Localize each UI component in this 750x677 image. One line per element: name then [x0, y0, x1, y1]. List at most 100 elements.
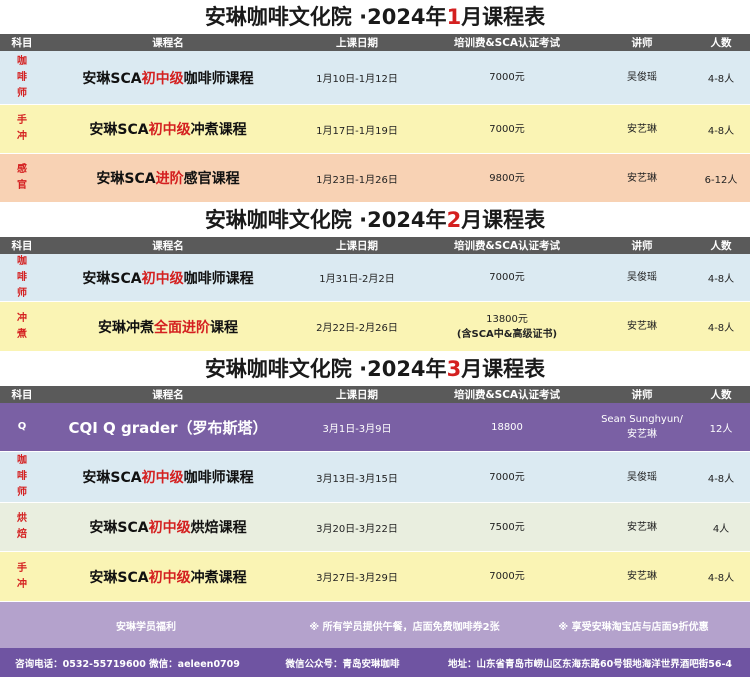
dates-cell: 2月22日-2月26日	[292, 302, 422, 351]
fee-cell: 13800元 (含SCA中&高级证书)	[422, 302, 592, 351]
teacher-name: 安艺琳	[627, 123, 657, 135]
course-dates: 2月22日-2月26日	[316, 323, 398, 334]
header-teacher: 讲师	[631, 37, 653, 49]
category-label: 咖 啡 师	[17, 255, 27, 299]
course-fee: 18800	[491, 420, 523, 435]
course-name-prefix: 安琳SCA	[82, 70, 142, 87]
course-fee: 7000元	[489, 270, 524, 285]
benefits-title: 安琳学员福利	[116, 621, 176, 633]
teacher-name: Sean Sunghyun/ 安艺琳	[601, 414, 683, 440]
header-fee: 培训费&SCA认证考试	[453, 37, 561, 49]
section-title-feb: 安琳咖啡文化院 ·2024年2月课程表	[0, 203, 750, 237]
header-teacher: 讲师	[631, 240, 653, 252]
course-dates: 1月31日-2月2日	[319, 274, 395, 285]
course-name: 安琳SCA初中级咖啡师课程	[82, 268, 253, 288]
course-name-prefix: 安琳SCA	[89, 520, 149, 536]
title-prefix: 安琳咖啡文化院 ·2024年	[204, 357, 447, 381]
header-people: 人数	[710, 240, 732, 252]
class-size: 4-8人	[707, 274, 735, 285]
course-name: 安琳冲煮全面进阶课程	[98, 317, 238, 337]
course-level-highlight: 全面进阶	[154, 319, 210, 336]
table-row: 手 冲 安琳SCA初中级冲煮课程 1月17日-1月19日 7000元 安艺琳 4-8人	[0, 105, 750, 154]
people-cell: 4-8人	[692, 254, 750, 301]
course-name-prefix: 安琳冲煮	[98, 319, 154, 336]
title-month: 3	[446, 357, 462, 381]
course-fee: 7000元	[489, 470, 524, 485]
course-name-suffix: 咖啡师课程	[183, 270, 254, 287]
teacher-name: 安艺琳	[627, 571, 657, 582]
fee-cell: 7500元	[422, 503, 592, 551]
course-name-prefix: 安琳SCA	[89, 122, 149, 138]
teacher-cell: Sean Sunghyun/ 安艺琳	[592, 403, 692, 451]
category-label: 手 冲	[17, 562, 27, 590]
course-fee: 7000元	[489, 70, 524, 85]
course-fee: 13800元 (含SCA中&高级证书)	[457, 312, 557, 342]
table-row: 手 冲 安琳SCA初中级冲煮课程 3月27日-3月29日 7000元 安艺琳 4-8人	[0, 552, 750, 602]
fee-note: (含SCA中&高级证书)	[456, 328, 558, 340]
course-name-suffix: 烘焙课程	[190, 520, 247, 536]
header-course: 课程名	[152, 37, 184, 49]
fee-amount: 18800	[491, 421, 523, 433]
category-label: 感 官	[17, 164, 27, 191]
table-row: 感 官 安琳SCA进阶感官课程 1月23日-1月26日 9800元 安艺琳 6-12人	[0, 154, 750, 203]
people-cell: 4-8人	[692, 51, 750, 104]
teacher-cell: 安艺琳	[592, 154, 692, 202]
course-level-highlight: 初中级	[141, 70, 184, 87]
course-dates: 1月10日-1月12日	[316, 74, 398, 85]
dates-cell: 1月10日-1月12日	[292, 51, 422, 104]
table-row: 冲 煮 安琳冲煮全面进阶课程 2月22日-2月26日 13800元 (含SCA中&高级证…	[0, 302, 750, 352]
category-cell: 手 冲	[0, 552, 44, 601]
title-prefix: 安琳咖啡文化院 ·2024年	[204, 208, 447, 232]
benefit-discount: ※ 享受安琳淘宝店与店面9折优惠	[558, 621, 709, 633]
title-month: 2	[446, 208, 462, 232]
teacher-cell: 吴俊瑶	[592, 51, 692, 104]
category-label: 冲 煮	[17, 312, 27, 340]
fee-amount: 7000元	[489, 272, 525, 283]
benefits-bar: 安琳学员福利 ※ 所有学员提供午餐，店面免费咖啡券2张 ※ 享受安琳淘宝店与店面…	[0, 602, 750, 648]
category-cell: 冲 煮	[0, 302, 44, 351]
header-teacher: 讲师	[631, 389, 653, 401]
title-suffix: 月课程表	[461, 208, 546, 232]
header-dates: 上课日期	[336, 389, 378, 401]
course-level-highlight: 初中级	[148, 520, 191, 536]
fee-cell: 7000元	[422, 254, 592, 301]
teacher-name: 吴俊瑶	[627, 272, 657, 283]
people-cell: 4-8人	[692, 105, 750, 153]
table-row: 烘 焙 安琳SCA初中级烘焙课程 3月20日-3月22日 7500元 安艺琳 4人	[0, 503, 750, 552]
footer-phone: 咨询电话：0532-55719600 微信：aeleen0709	[15, 658, 240, 670]
header-people: 人数	[710, 389, 732, 401]
course-level-highlight: 初中级	[141, 470, 184, 486]
course-name-prefix: CQI Q grader（罗布斯塔）	[68, 418, 268, 437]
teacher-name: 安艺琳	[627, 321, 657, 332]
dates-cell: 1月23日-1月26日	[292, 154, 422, 202]
category-cell: 咖 啡 师	[0, 51, 44, 104]
table-header: 科目 课程名 上课日期 培训费&SCA认证考试 讲师 人数	[0, 34, 750, 51]
teacher-cell: 安艺琳	[592, 503, 692, 551]
fee-amount: 13800元	[486, 313, 528, 325]
title-month: 1	[446, 5, 462, 29]
fee-amount: 7500元	[489, 521, 525, 533]
table-row: 咖 啡 师 安琳SCA初中级咖啡师课程 1月31日-2月2日 7000元 吴俊瑶 4-8人	[0, 254, 750, 302]
category-label: Q	[17, 421, 27, 432]
dates-cell: 1月17日-1月19日	[292, 105, 422, 153]
table-row: 咖 啡 师 安琳SCA初中级咖啡师课程 3月13日-3月15日 7000元 吴俊瑶 4-8…	[0, 452, 750, 503]
fee-amount: 7000元	[489, 571, 525, 582]
course-name-cell: 安琳SCA初中级咖啡师课程	[44, 51, 292, 104]
course-name-prefix: 安琳SCA	[96, 171, 156, 187]
category-label: 咖 啡 师	[17, 455, 27, 498]
course-name-prefix: 安琳SCA	[89, 569, 149, 586]
people-cell: 12人	[692, 403, 750, 451]
course-name-suffix: 课程	[210, 319, 238, 336]
title-prefix: 安琳咖啡文化院 ·2024年	[204, 5, 447, 29]
fee-cell: 7000元	[422, 51, 592, 104]
category-cell: 烘 焙	[0, 503, 44, 551]
teacher-cell: 安艺琳	[592, 302, 692, 351]
course-dates: 1月17日-1月19日	[316, 125, 398, 137]
course-name: 安琳SCA初中级冲煮课程	[89, 567, 246, 587]
category-label: 手 冲	[17, 115, 27, 142]
course-name-suffix: 冲煮课程	[190, 569, 247, 586]
teacher-cell: 吴俊瑶	[592, 452, 692, 502]
course-fee: 7000元	[489, 569, 524, 584]
teacher-name: 吴俊瑶	[627, 72, 657, 83]
fee-cell: 9800元	[422, 154, 592, 202]
